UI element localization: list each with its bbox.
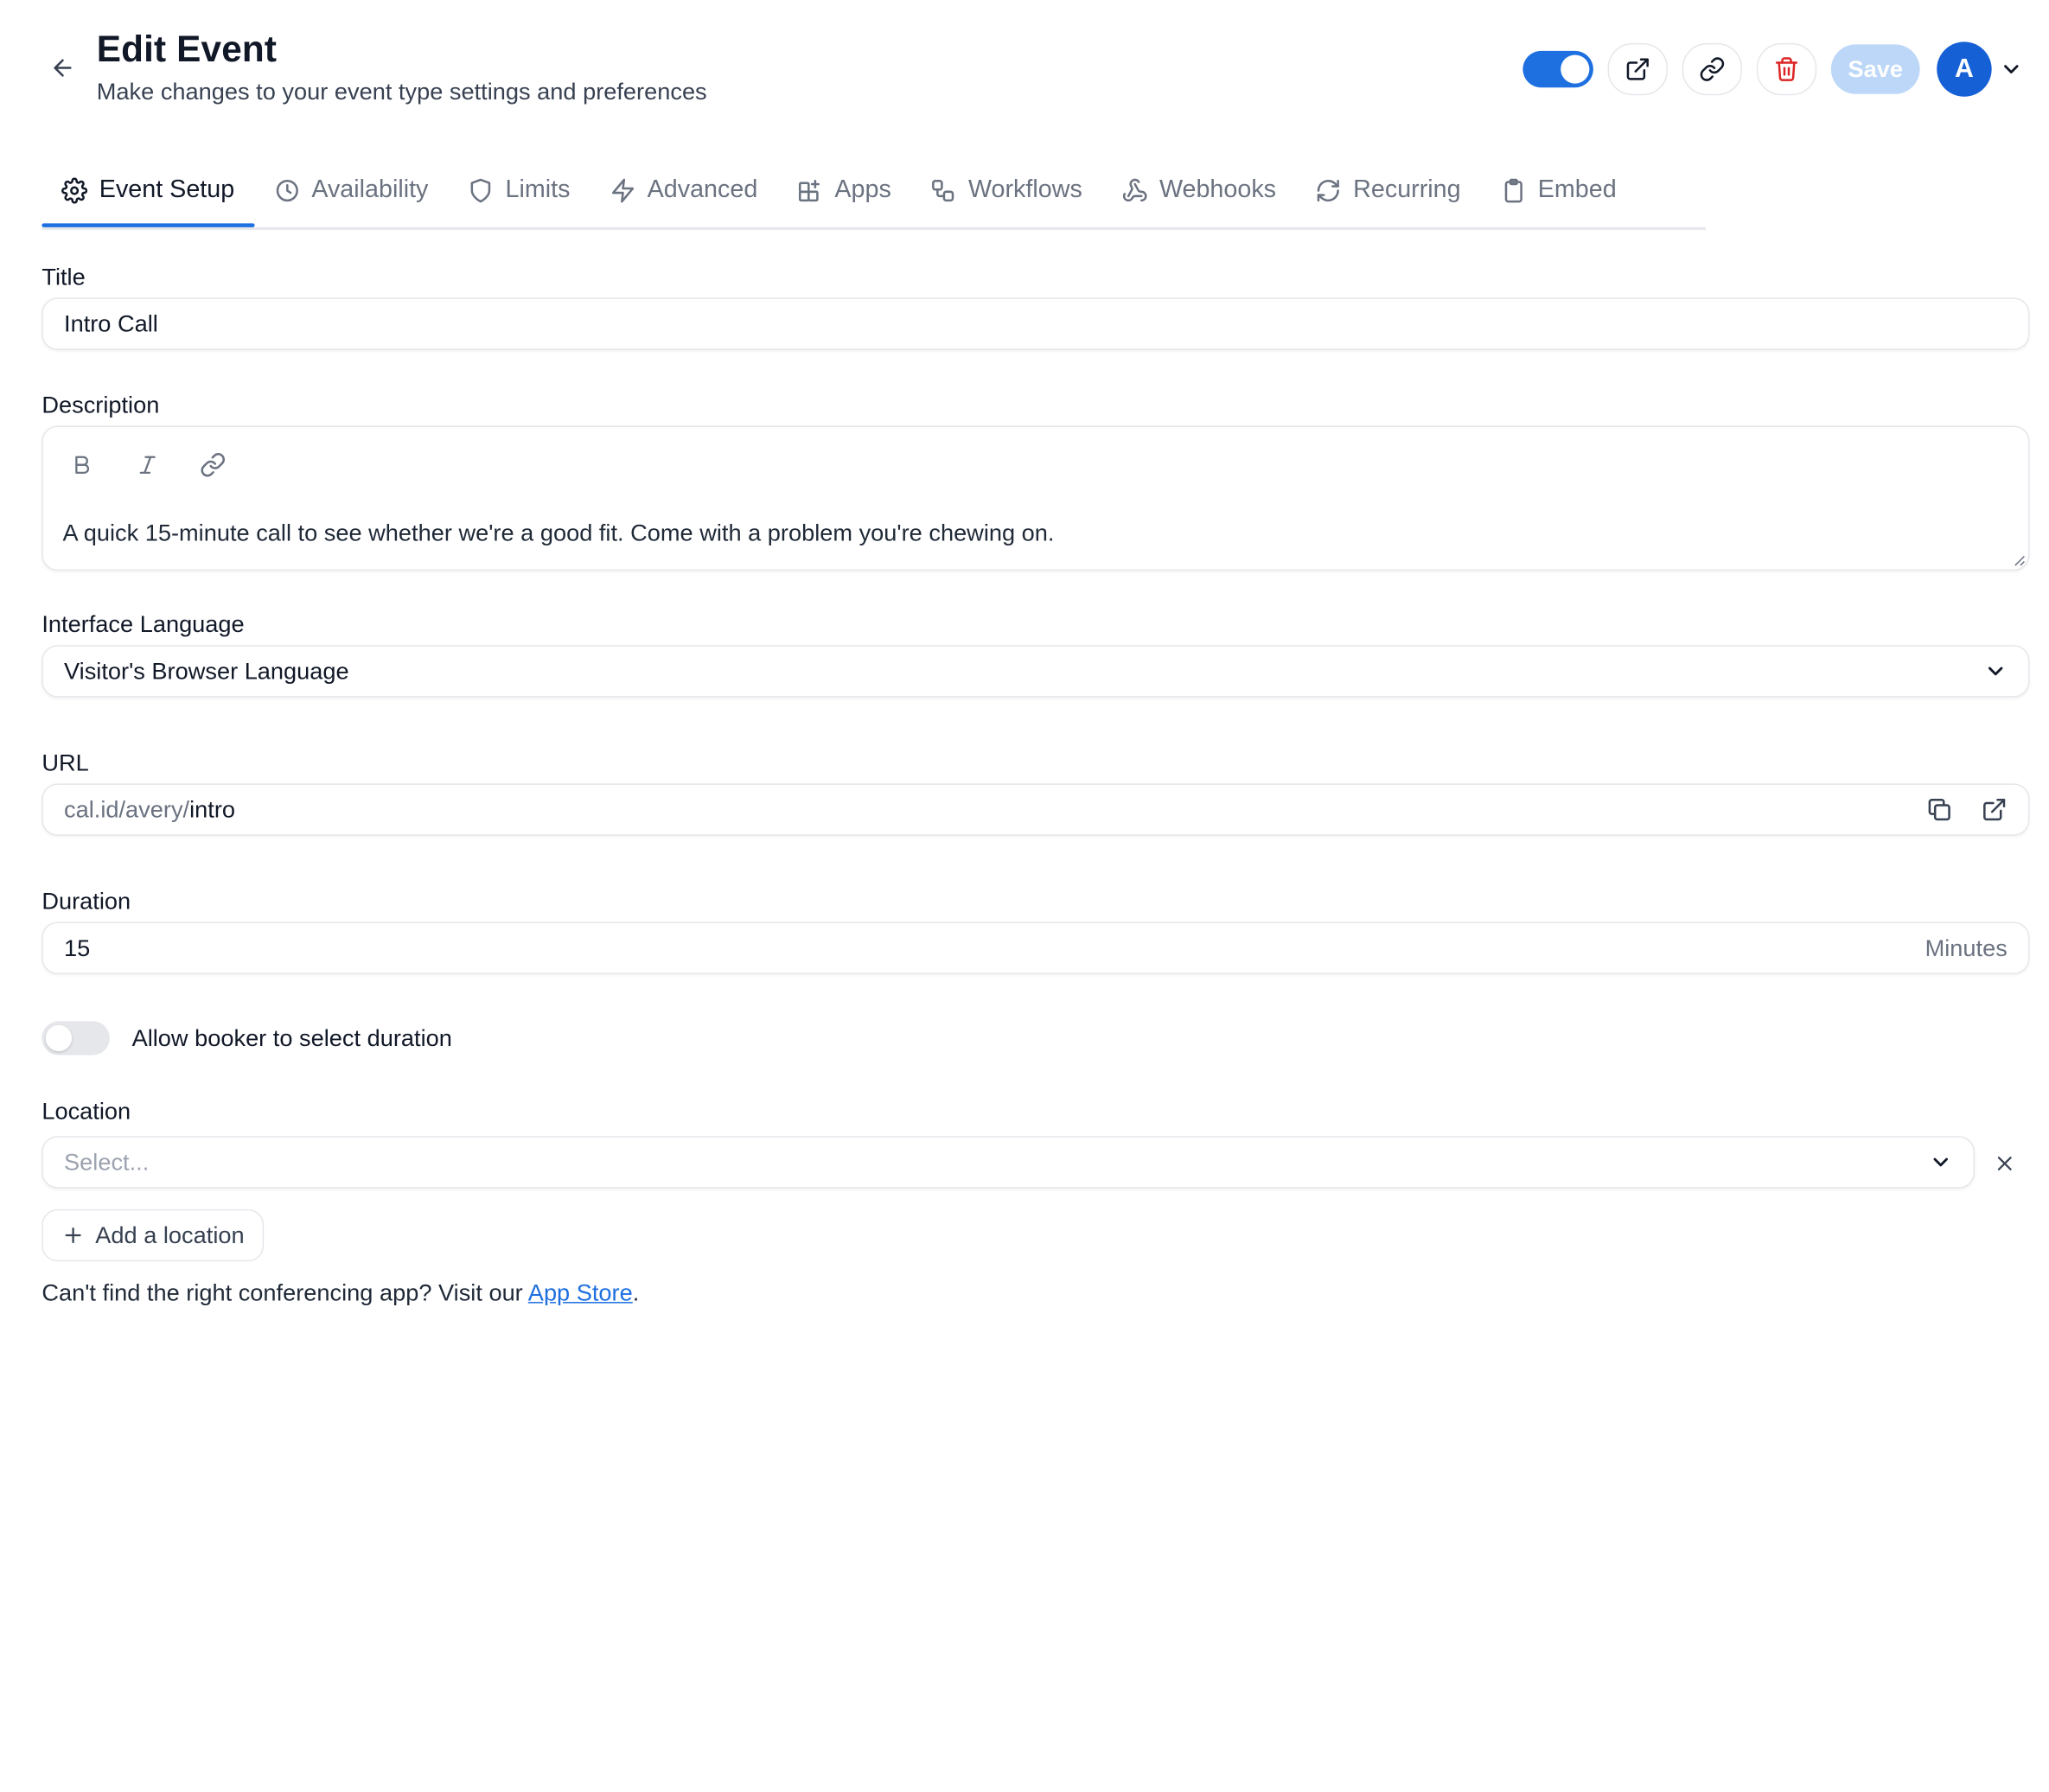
title-value: Intro Call [64,309,158,336]
tab-webhooks[interactable]: Webhooks [1101,156,1295,225]
hidden-toggle[interactable] [1522,50,1593,88]
tab-label: Limits [505,175,571,204]
location-placeholder: Select... [64,1148,150,1175]
external-link-icon [1983,798,2006,821]
bold-icon [75,456,90,474]
italic-button[interactable] [130,448,166,481]
account-menu-button[interactable] [2000,57,2023,80]
link-icon [201,453,225,477]
gear-icon [61,177,88,204]
toggle-knob [1561,54,1590,84]
tab-embed[interactable]: Embed [1480,156,1636,225]
language-label: Interface Language [41,610,245,638]
link-icon [1700,57,1725,81]
workflow-icon [930,177,956,203]
clipboard-icon [1500,177,1526,203]
clock-icon [274,177,300,203]
avatar[interactable]: A [1937,41,1992,97]
back-arrow-button[interactable] [47,52,78,83]
tab-bar: Event Setup Availability Limits Advanced… [41,156,1706,230]
add-location-label: Add a location [95,1221,245,1248]
tab-label: Availability [311,175,429,204]
chevron-down-icon [1929,1151,1952,1174]
url-actions [1926,796,2008,822]
refresh-icon [1315,177,1341,203]
tab-advanced[interactable]: Advanced [590,156,777,225]
url-prefix: cal.id/avery/ [64,795,190,822]
tab-limits[interactable]: Limits [448,156,590,225]
external-link-icon [1626,58,1649,80]
tab-recurring[interactable]: Recurring [1296,156,1481,225]
booker-duration-toggle[interactable] [41,1021,110,1055]
copy-link-button[interactable] [1682,42,1743,96]
chevron-down-icon [1984,660,2008,683]
title-input[interactable]: Intro Call [41,297,2030,350]
shield-icon [468,177,494,203]
app-store-link[interactable]: App Store [528,1279,633,1305]
webhook-icon [1121,177,1147,203]
tab-event-setup[interactable]: Event Setup [41,156,254,227]
chevron-down-icon [2004,65,2019,73]
remove-location-button[interactable] [1990,1149,2019,1177]
conferencing-help-text: Can't find the right conferencing app? V… [41,1279,639,1307]
copy-icon [1928,798,1950,821]
tab-availability[interactable]: Availability [254,156,448,225]
booker-duration-label: Allow booker to select duration [131,1024,452,1052]
page-title: Edit Event [96,29,278,70]
tab-label: Workflows [967,175,1082,204]
tab-label: Advanced [647,175,758,204]
save-button[interactable]: Save [1830,44,1920,94]
grid-plus-icon [797,177,823,203]
plus-icon [65,1227,81,1244]
duration-label: Duration [41,888,131,915]
edit-event-page: Edit Event Make changes to your event ty… [0,0,2049,1792]
delete-button[interactable] [1756,42,1817,96]
url-input[interactable]: cal.id/avery/intro [41,783,2030,836]
bolt-icon [610,177,635,203]
language-select[interactable]: Visitor's Browser Language [41,645,2030,698]
italic-icon [139,456,156,474]
trash-icon [1775,57,1798,81]
resize-handle-icon[interactable] [2013,553,2026,566]
rich-text-toolbar [64,448,231,481]
preview-button[interactable] [1607,42,1669,96]
location-label: Location [41,1098,131,1125]
description-editor[interactable]: A quick 15-minute call to see whether we… [41,425,2030,571]
toggle-knob [45,1024,73,1052]
tab-label: Embed [1537,175,1617,204]
insert-link-button[interactable] [195,448,231,481]
copy-url-button[interactable] [1926,796,1952,822]
tab-workflows[interactable]: Workflows [911,156,1102,225]
tab-label: Recurring [1353,175,1461,204]
close-icon [1997,1157,2012,1170]
duration-unit: Minutes [1925,934,2008,961]
help-suffix: . [632,1279,640,1306]
location-select[interactable]: Select... [41,1136,1976,1189]
tab-apps[interactable]: Apps [777,156,911,225]
duration-input[interactable]: 15 Minutes [41,922,2030,974]
open-url-button[interactable] [1982,796,2008,822]
language-value: Visitor's Browser Language [64,657,349,684]
help-prefix: Can't find the right conferencing app? V… [41,1279,528,1306]
description-label: Description [41,392,160,418]
header-actions: Save A [1522,41,2023,97]
title-label: Title [41,264,86,290]
duration-value: 15 [64,934,91,961]
tab-label: Apps [834,175,891,204]
arrow-left-icon [54,59,72,77]
url-slug: intro [189,795,236,822]
tab-label: Webhooks [1159,175,1277,204]
url-label: URL [41,749,89,776]
bold-button[interactable] [64,448,100,481]
add-location-button[interactable]: Add a location [41,1208,265,1262]
page-subtitle: Make changes to your event type settings… [96,78,707,105]
description-text: A quick 15-minute call to see whether we… [62,520,1055,546]
tab-label: Event Setup [99,175,235,204]
